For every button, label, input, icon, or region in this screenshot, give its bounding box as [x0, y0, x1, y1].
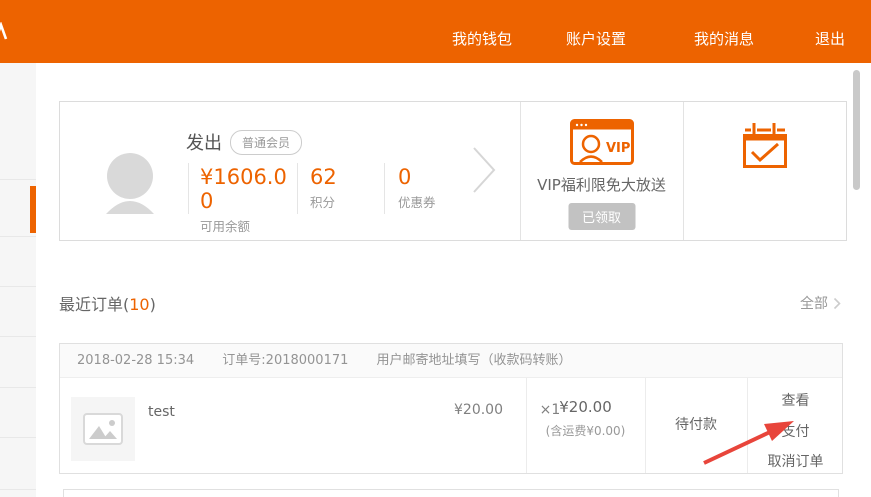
nav-item-settings[interactable]: 账户设置	[566, 28, 626, 49]
stat-points[interactable]: 62 积分	[310, 165, 337, 211]
order-total-price: ¥20.00	[526, 398, 645, 416]
coupons-label: 优惠券	[398, 192, 436, 211]
member-level-badge: 普通会员	[230, 130, 302, 155]
avatar-icon	[104, 152, 156, 214]
orders-title-prefix: 最近订单(	[59, 295, 129, 314]
scrollbar-thumb[interactable]	[853, 70, 860, 190]
svg-text:VIP: VIP	[606, 141, 630, 156]
nav-item-wallet[interactable]: 我的钱包	[452, 28, 512, 49]
nav-item-messages[interactable]: 我的消息	[694, 28, 754, 49]
logo-fragment-icon	[0, 22, 11, 42]
claimed-button[interactable]: 已领取	[568, 203, 635, 230]
order-number: 订单号:2018000171	[222, 353, 348, 368]
balance-label: 可用余额	[200, 216, 293, 235]
action-pay-link[interactable]: 支付	[747, 421, 844, 441]
sidebar-item-5[interactable]	[0, 337, 36, 388]
sidebar	[0, 63, 36, 497]
order-card: 2018-02-28 15:34 订单号:2018000171 用户邮寄地址填写…	[59, 343, 843, 474]
product-name[interactable]: test	[148, 404, 175, 420]
orders-count: 10	[129, 295, 149, 314]
sidebar-item-3[interactable]	[0, 237, 36, 287]
order-status-text: 待付款	[645, 414, 747, 434]
sidebar-item-2-active[interactable]	[0, 180, 36, 237]
order-address-note: 用户邮寄地址填写（收款码转账）	[377, 353, 572, 368]
stat-divider	[297, 163, 298, 214]
product-thumbnail[interactable]	[71, 397, 135, 461]
top-header: 我的钱包 账户设置 我的消息 退出	[0, 0, 871, 63]
stat-divider	[188, 163, 189, 214]
username: 发出	[186, 129, 222, 155]
orders-section-title: 最近订单(10)	[59, 291, 156, 315]
shipping-note: (含运费¥0.00)	[526, 422, 645, 439]
order-total-cell: ¥20.00 (含运费¥0.00)	[526, 378, 645, 439]
order-meta-row: 2018-02-28 15:34 订单号:2018000171 用户邮寄地址填写…	[60, 344, 842, 378]
vip-window-icon: VIP	[570, 119, 634, 165]
order-body-row: test ¥20.00 ×1 ¥20.00 (含运费¥0.00) 待付款 查看 …	[60, 378, 842, 473]
coupons-value: 0	[398, 165, 436, 189]
stat-balance[interactable]: ¥1606.00 可用余额	[200, 165, 293, 235]
sidebar-item-4[interactable]	[0, 287, 36, 337]
order-status-cell: 待付款	[645, 378, 747, 434]
action-view-link[interactable]: 查看	[747, 390, 844, 410]
calendar-section	[683, 102, 847, 240]
nav-item-logout[interactable]: 退出	[815, 28, 845, 49]
next-order-card-partial	[63, 489, 839, 497]
stat-divider	[384, 163, 385, 214]
order-datetime: 2018-02-28 15:34	[77, 353, 194, 368]
orders-title-suffix: )	[150, 295, 156, 314]
more-chevron-icon[interactable]	[471, 145, 497, 195]
product-unit-price: ¥20.00	[406, 402, 503, 418]
sidebar-item-1[interactable]	[0, 63, 36, 180]
points-value: 62	[310, 165, 337, 189]
calendar-check-icon[interactable]	[738, 121, 792, 169]
view-all-link[interactable]: 全部	[800, 293, 841, 313]
points-label: 积分	[310, 192, 337, 211]
balance-value: ¥1606.00	[200, 165, 293, 213]
stat-coupons[interactable]: 0 优惠券	[398, 165, 436, 211]
action-cancel-link[interactable]: 取消订单	[747, 451, 844, 471]
view-all-label: 全部	[800, 293, 828, 313]
chevron-right-icon	[833, 297, 841, 310]
sidebar-item-6[interactable]	[0, 388, 36, 438]
image-placeholder-icon	[83, 413, 123, 445]
vip-promo-section: VIP VIP福利限免大放送 已领取	[520, 102, 683, 240]
app-frame: 我的钱包 账户设置 我的消息 退出 发出 普通会员 ¥1606.00 可用余额 …	[0, 0, 871, 497]
sidebar-active-indicator	[30, 186, 36, 233]
vip-promo-title: VIP福利限免大放送	[520, 174, 683, 195]
order-actions-cell: 查看 支付 取消订单	[747, 378, 844, 471]
user-summary-card: 发出 普通会员 ¥1606.00 可用余额 62 积分 0 优惠券	[59, 101, 847, 241]
sidebar-item-7[interactable]	[0, 438, 36, 490]
